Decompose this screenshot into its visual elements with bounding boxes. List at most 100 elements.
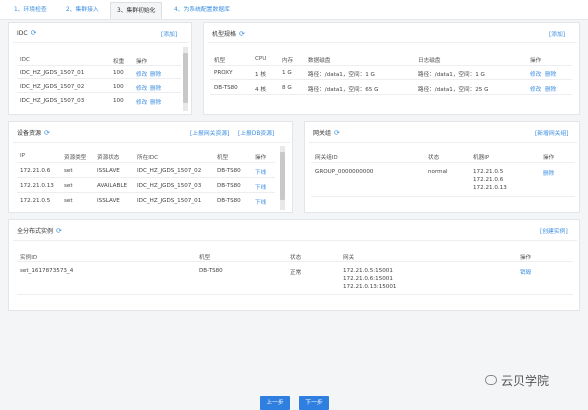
model-row-log-disk: 路径：/data1，空间：25 G bbox=[418, 87, 489, 93]
model-row-cpu: 4 核 bbox=[255, 87, 266, 93]
idc-edit-link[interactable]: 修改 bbox=[136, 70, 147, 78]
resource-row-status: ISSLAVE bbox=[97, 168, 120, 174]
model-row-model: PROXY bbox=[214, 70, 233, 76]
model-row-data-disk: 路径：/data1，空间：1 G bbox=[308, 72, 375, 78]
resource-scrollbar[interactable] bbox=[280, 146, 285, 210]
resource-col-type: 资源类型 bbox=[64, 155, 87, 161]
create-instance-link[interactable]: [创建实例] bbox=[540, 226, 568, 235]
refresh-icon[interactable]: ⟳ bbox=[334, 129, 340, 137]
resource-row-type: set bbox=[64, 168, 73, 174]
gateway-row-status: normal bbox=[428, 169, 448, 175]
model-add-link[interactable]: [添加] bbox=[549, 29, 565, 38]
gateway-row-id: GROUP_0000000000 bbox=[315, 169, 374, 175]
tab-config-db[interactable]: 4、为系统配置数据库 bbox=[168, 2, 236, 19]
instance-panel: 全分布式实例 ⟳ [创建实例] 实例ID 机型 状态 网关 操作 set_1617… bbox=[8, 219, 580, 311]
report-gateway-link[interactable]: [上报网关资源] bbox=[190, 128, 229, 137]
resource-row-type: set bbox=[64, 198, 73, 204]
resource-offline-link[interactable]: 下线 bbox=[255, 198, 266, 206]
idc-col-op: 操作 bbox=[136, 59, 148, 65]
model-row-model: DB-TS80 bbox=[214, 85, 238, 91]
instance-col-id: 实例ID bbox=[20, 255, 38, 261]
idc-add-link[interactable]: [添加] bbox=[161, 29, 177, 38]
resource-col-op: 操作 bbox=[255, 155, 267, 161]
model-delete-link[interactable]: 删除 bbox=[545, 85, 556, 93]
model-row-mem: 1 G bbox=[282, 70, 292, 76]
idc-col-name: IDC bbox=[20, 57, 30, 63]
idc-row-name: IDC_HZ_JGDS_1507_03 bbox=[20, 98, 85, 104]
model-col-cpu: CPU bbox=[255, 56, 267, 62]
model-row-data-disk: 路径：/data1，空间：65 G bbox=[308, 87, 379, 93]
idc-row-weight: 100 bbox=[113, 98, 124, 104]
report-db-link[interactable]: [上报DB资源] bbox=[238, 128, 274, 137]
model-col-mem: 内存 bbox=[282, 58, 294, 64]
instance-col-status: 状态 bbox=[290, 255, 302, 261]
instance-col-op: 操作 bbox=[520, 255, 532, 261]
gateway-col-op: 操作 bbox=[543, 155, 555, 161]
model-title: 机型规格 ⟳ bbox=[212, 30, 245, 38]
refresh-icon[interactable]: ⟳ bbox=[239, 30, 245, 38]
gateway-row-ip: 172.21.0.6 bbox=[473, 177, 504, 183]
idc-scrollbar[interactable] bbox=[183, 47, 188, 111]
instance-col-gateway: 网关 bbox=[343, 255, 355, 261]
gateway-group-panel: 网关组 ⟳ [新增网关组] 网关组ID 状态 机器IP 操作 GROUP_0000… bbox=[304, 121, 580, 213]
next-button[interactable]: 下一步 bbox=[299, 396, 329, 410]
idc-col-weight: 权重 bbox=[113, 59, 125, 65]
device-resource-panel: 设备资源 ⟳ [上报网关资源] [上报DB资源] IP 资源类型 资源状态 所在I… bbox=[8, 121, 293, 213]
idc-panel: IDC ⟳ [添加] IDC 权重 操作 IDC_HZ_JGDS_1507_01 … bbox=[8, 22, 192, 115]
resource-offline-link[interactable]: 下线 bbox=[255, 168, 266, 176]
gateway-delete-link[interactable]: 删除 bbox=[543, 169, 554, 177]
resource-title: 设备资源 ⟳ bbox=[17, 129, 50, 137]
model-delete-link[interactable]: 删除 bbox=[545, 70, 556, 78]
resource-row-model: DB-TS80 bbox=[217, 183, 241, 189]
model-edit-link[interactable]: 修改 bbox=[530, 85, 541, 93]
gateway-row-ip: 172.21.0.5 bbox=[473, 169, 504, 175]
idc-row-weight: 100 bbox=[113, 84, 124, 90]
gateway-col-id: 网关组ID bbox=[315, 155, 338, 161]
model-row-cpu: 1 核 bbox=[255, 72, 266, 78]
resource-col-idc: 所在IDC bbox=[137, 155, 159, 161]
tab-cluster-init[interactable]: 3、集群初始化 bbox=[110, 2, 163, 19]
gateway-col-status: 状态 bbox=[428, 155, 440, 161]
refresh-icon[interactable]: ⟳ bbox=[31, 29, 37, 37]
add-gateway-group-link[interactable]: [新增网关组] bbox=[535, 128, 569, 137]
idc-edit-link[interactable]: 修改 bbox=[136, 98, 147, 106]
resource-offline-link[interactable]: 下线 bbox=[255, 183, 266, 191]
model-edit-link[interactable]: 修改 bbox=[530, 70, 541, 78]
idc-edit-link[interactable]: 修改 bbox=[136, 84, 147, 92]
resource-row-ip: 172.21.0.13 bbox=[20, 183, 54, 189]
resource-col-ip: IP bbox=[20, 153, 26, 159]
model-row-log-disk: 路径：/data1，空间：1 G bbox=[418, 72, 485, 78]
resource-row-ip: 172.21.0.5 bbox=[20, 198, 51, 204]
watermark: 云贝学院 bbox=[501, 374, 550, 388]
instance-row-id: set_1617873573_4 bbox=[20, 268, 74, 274]
resource-row-model: DB-TS80 bbox=[217, 198, 241, 204]
tab-env-check[interactable]: 1、环境检查 bbox=[8, 2, 53, 19]
resource-row-type: set bbox=[64, 183, 73, 189]
model-col-op: 操作 bbox=[530, 58, 542, 64]
refresh-icon[interactable]: ⟳ bbox=[44, 129, 50, 137]
instance-row-model: DB-TS80 bbox=[199, 268, 223, 274]
instance-destroy-link[interactable]: 销毁 bbox=[520, 268, 531, 276]
refresh-icon[interactable]: ⟳ bbox=[56, 227, 62, 235]
prev-button[interactable]: 上一步 bbox=[260, 396, 290, 410]
idc-row-weight: 100 bbox=[113, 70, 124, 76]
instance-title: 全分布式实例 ⟳ bbox=[17, 227, 62, 235]
resource-row-ip: 172.21.0.6 bbox=[20, 168, 51, 174]
gateway-row-ip: 172.21.0.13 bbox=[473, 185, 507, 191]
idc-delete-link[interactable]: 删除 bbox=[150, 84, 161, 92]
resource-col-status: 资源状态 bbox=[97, 155, 120, 161]
model-col-data-disk: 数据磁盘 bbox=[308, 58, 331, 64]
gateway-col-ips: 机器IP bbox=[473, 155, 490, 161]
idc-delete-link[interactable]: 删除 bbox=[150, 70, 161, 78]
instance-row-gateway: 172.21.0.5:15001 bbox=[343, 268, 393, 274]
wechat-icon bbox=[485, 375, 497, 385]
instance-row-gateway: 172.21.0.6:15001 bbox=[343, 276, 393, 282]
instance-row-gateway: 172.21.0.13:15001 bbox=[343, 284, 397, 290]
idc-delete-link[interactable]: 删除 bbox=[150, 98, 161, 106]
model-col-log-disk: 日志磁盘 bbox=[418, 58, 441, 64]
idc-row-name: IDC_HZ_JGDS_1507_02 bbox=[20, 84, 85, 90]
model-spec-panel: 机型规格 ⟳ [添加] 机型 CPU 内存 数据磁盘 日志磁盘 操作 PROXY … bbox=[203, 22, 580, 115]
resource-row-idc: IDC_HZ_JGDS_1507_02 bbox=[137, 168, 202, 174]
idc-title: IDC ⟳ bbox=[17, 29, 37, 37]
tab-cluster-access[interactable]: 2、集群接入 bbox=[60, 2, 105, 19]
